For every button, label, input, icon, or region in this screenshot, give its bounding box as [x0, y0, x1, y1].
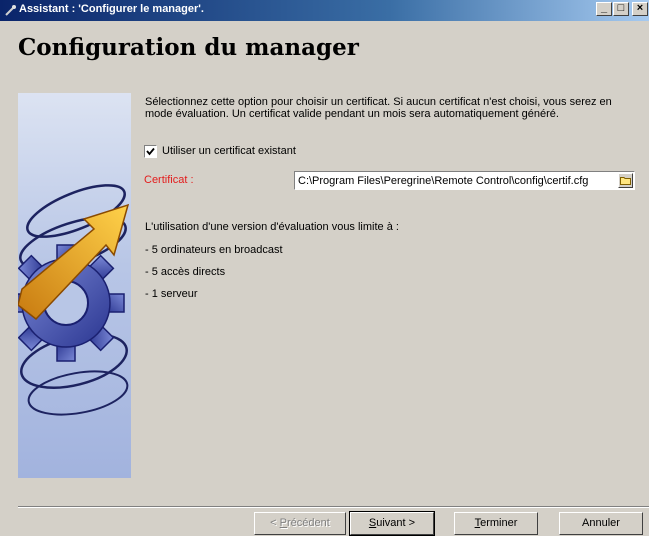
title-bar[interactable]: Assistant : 'Configurer le manager'. _ □…	[0, 0, 649, 21]
previous-button[interactable]: < Précédent	[254, 512, 346, 535]
certificate-path-input[interactable]	[296, 173, 620, 188]
close-button[interactable]: ×	[632, 2, 648, 16]
wizard-illustration	[18, 93, 131, 478]
browse-certificate-button[interactable]	[618, 173, 633, 188]
use-certificate-checkbox[interactable]	[144, 145, 157, 158]
page-title: Configuration du manager	[18, 34, 359, 61]
certificate-label: Certificat :	[144, 174, 194, 186]
minimize-button[interactable]: _	[596, 2, 612, 16]
button-separator	[18, 506, 649, 508]
evaluation-intro: L'utilisation d'une version d'évaluation…	[145, 221, 399, 233]
evaluation-limit-item: - 5 accès directs	[145, 266, 226, 278]
checkmark-icon	[146, 147, 155, 156]
evaluation-limit-item: - 5 ordinateurs en broadcast	[145, 244, 283, 256]
use-certificate-label[interactable]: Utiliser un certificat existant	[162, 145, 296, 157]
maximize-button[interactable]: □	[613, 2, 629, 16]
evaluation-limit-item: - 1 serveur	[145, 288, 198, 300]
certificate-path-field[interactable]	[294, 171, 635, 190]
cancel-button[interactable]: Annuler	[559, 512, 643, 535]
wizard-icon	[4, 3, 18, 17]
finish-button[interactable]: Terminer	[454, 512, 538, 535]
next-button[interactable]: Suivant >	[349, 511, 435, 536]
description-text: Sélectionnez cette option pour choisir u…	[145, 96, 612, 120]
folder-icon	[620, 177, 631, 185]
window-title: Assistant : 'Configurer le manager'.	[19, 3, 204, 15]
